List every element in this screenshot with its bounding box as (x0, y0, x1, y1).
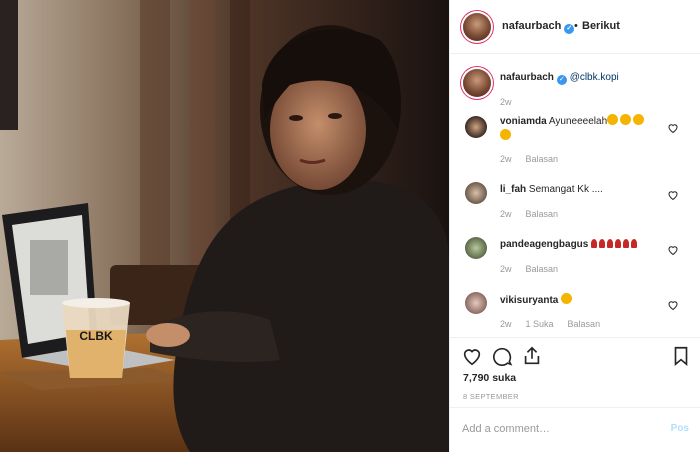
comment-meta: 2w 1 Suka Balasan (500, 319, 601, 329)
rose-emoji-icon (591, 239, 598, 248)
smile-emoji-icon (633, 114, 645, 125)
verified-badge-icon: ✓ (564, 24, 575, 34)
comment-like-heart-icon[interactable] (667, 189, 679, 201)
comment-like-heart-icon[interactable] (667, 244, 679, 256)
comment-username[interactable]: vikisuryanta (500, 295, 558, 306)
caption-age: 2w (500, 97, 512, 107)
caption-text: nafaurbach ✓ @clbk.kopi (500, 71, 670, 85)
caption-mention[interactable]: @clbk.kopi (570, 72, 619, 83)
author-username[interactable]: nafaurbach ✓ (502, 20, 575, 34)
cup-logo-text: CLBK (79, 329, 113, 343)
reply-button[interactable]: Balasan (568, 319, 601, 329)
comment-text: vikisuryanta (500, 293, 670, 308)
post-date[interactable]: 8 SEPTEMBER (463, 392, 519, 401)
like-count[interactable]: 7,790 suka (463, 372, 516, 384)
rose-emoji-icon (631, 239, 638, 248)
comments-list[interactable]: nafaurbach ✓ @clbk.kopi 2w voniamda Ayune… (450, 54, 700, 337)
commenter-avatar[interactable] (465, 292, 487, 314)
post-comment-button[interactable]: Pos (671, 423, 689, 434)
post-image: CLBK (0, 0, 449, 452)
commenter-avatar[interactable] (465, 116, 487, 138)
comment-icon[interactable] (491, 345, 513, 367)
author-username-text[interactable]: nafaurbach (502, 20, 561, 32)
comment-username[interactable]: li_fah (500, 184, 526, 195)
comment-like-count[interactable]: 1 Suka (526, 319, 554, 329)
rose-emoji-icon (599, 239, 606, 248)
heart-icon[interactable] (461, 345, 483, 367)
commenter-avatar[interactable] (465, 237, 487, 259)
follow-button[interactable]: Berikut (582, 20, 620, 32)
comment-text: voniamda Ayuneeeelah (500, 114, 670, 144)
add-comment-input[interactable] (462, 420, 652, 438)
rose-emoji-icon (623, 239, 630, 248)
reply-button[interactable]: Balasan (526, 154, 559, 164)
post-actions: 7,790 suka 8 SEPTEMBER (450, 337, 700, 407)
bookmark-icon[interactable] (670, 345, 692, 367)
verified-badge-icon: ✓ (556, 75, 567, 85)
separator-dot: • (574, 20, 578, 32)
comment-meta: 2w Balasan (500, 209, 559, 219)
heart-eyes-emoji-icon (607, 114, 619, 125)
comment-username[interactable]: pandeagengbagus (500, 239, 588, 250)
comment-text: pandeagengbagus (500, 238, 670, 252)
rose-emoji-icon (615, 239, 622, 248)
post-photo[interactable]: CLBK (0, 0, 449, 452)
author-avatar[interactable] (463, 13, 491, 41)
sunglasses-emoji-icon (500, 129, 511, 140)
comment-like-heart-icon[interactable] (667, 299, 679, 311)
rose-emoji-icon (607, 239, 614, 248)
add-comment-bar: Pos (450, 407, 700, 452)
smile-emoji-icon (620, 114, 632, 125)
caption-author[interactable]: nafaurbach (500, 72, 554, 83)
blush-emoji-icon (561, 293, 573, 304)
comment-text: li_fah Semangat Kk .... (500, 184, 603, 195)
commenter-avatar[interactable] (465, 182, 487, 204)
post-side-panel: nafaurbach ✓ • Berikut nafaurbach ✓ @clbk.… (449, 0, 700, 452)
comment-username[interactable]: voniamda (500, 116, 547, 127)
reply-button[interactable]: Balasan (526, 264, 559, 274)
comment-like-heart-icon[interactable] (667, 122, 679, 134)
comment-meta: 2w Balasan (500, 154, 559, 164)
reply-button[interactable]: Balasan (526, 209, 559, 219)
caption-author-avatar[interactable] (463, 69, 491, 97)
comment-meta: 2w Balasan (500, 264, 559, 274)
post-header: nafaurbach ✓ • Berikut (450, 0, 700, 54)
share-icon[interactable] (521, 345, 543, 367)
